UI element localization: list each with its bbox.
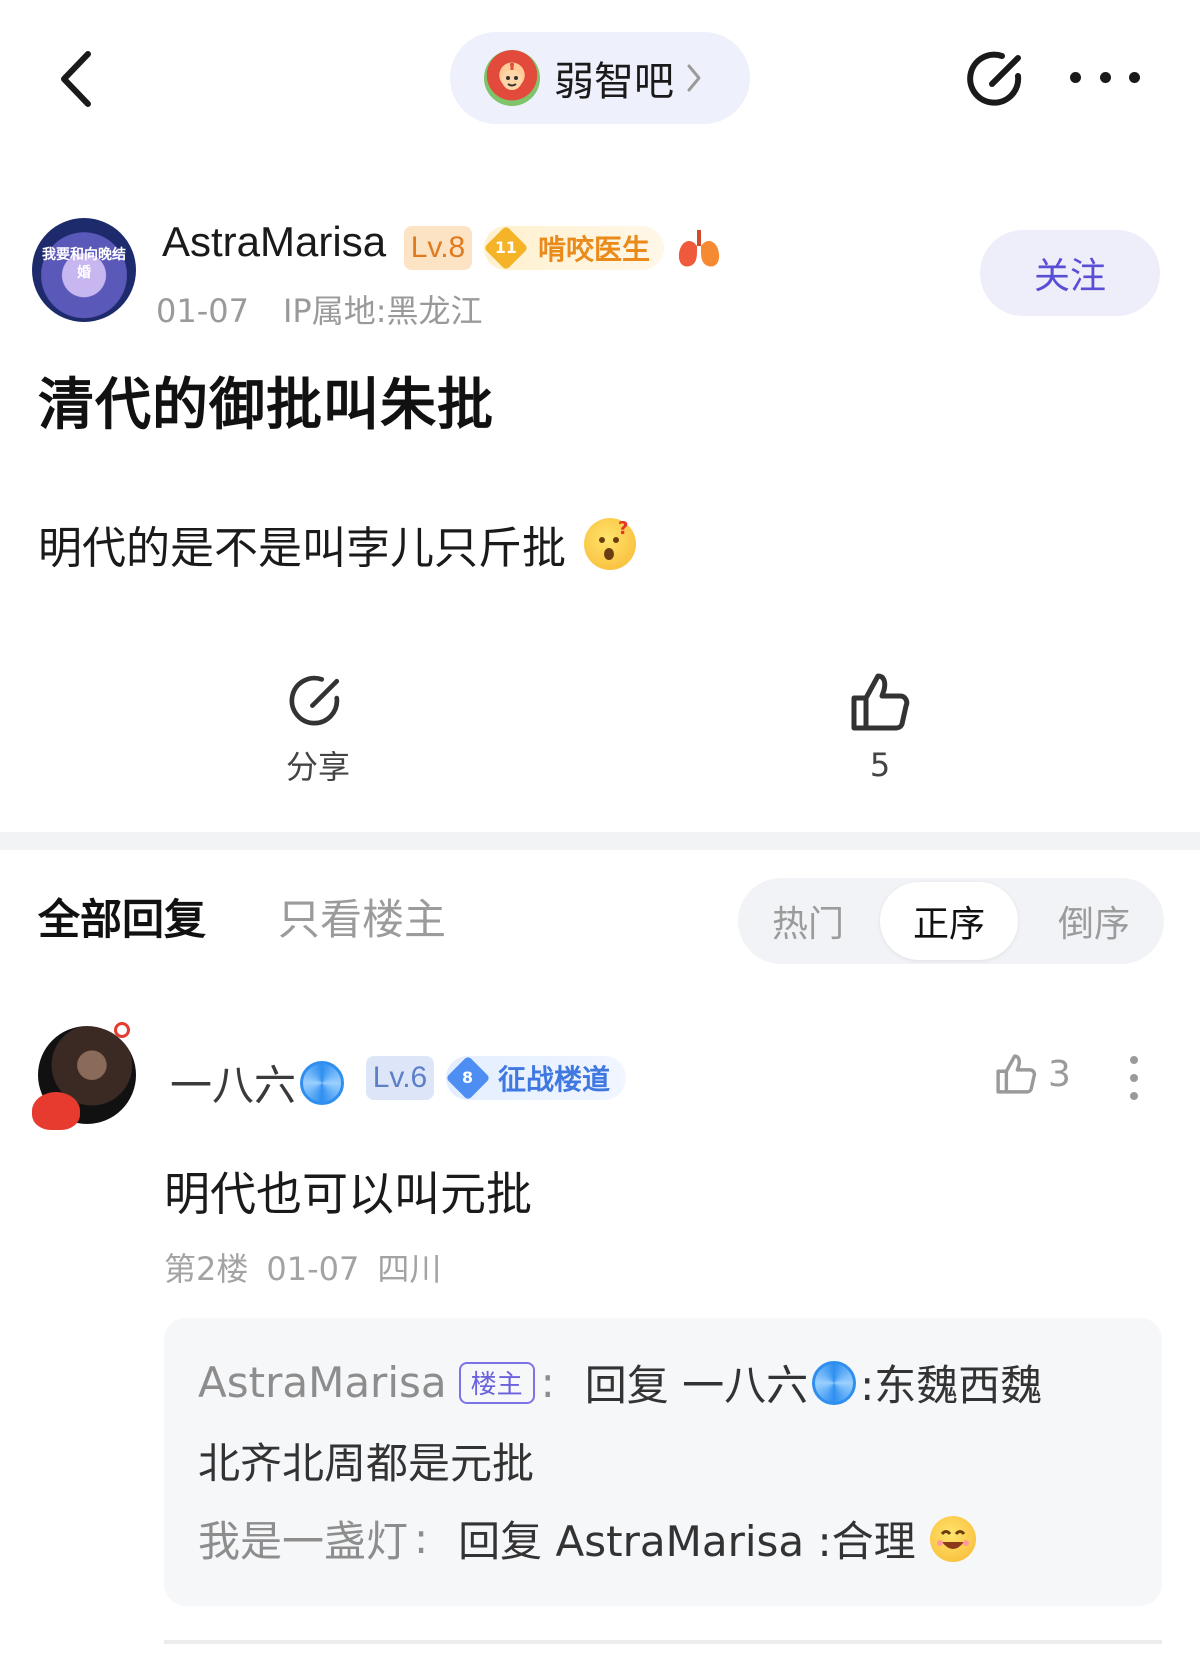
share-action[interactable]: 分享 xyxy=(258,670,378,788)
post-body-text: 明代的是不是叫孛儿只斤批 xyxy=(38,523,566,574)
author-name[interactable]: AstraMarisa xyxy=(162,218,386,266)
sub-reply-author[interactable]: AstraMarisa xyxy=(198,1358,447,1407)
medal-gem-icon: 11 xyxy=(483,225,529,271)
level-badge: Lv.8 xyxy=(404,226,472,270)
comment-avatar[interactable] xyxy=(32,1022,136,1130)
avatar-frame-dot xyxy=(114,1022,130,1038)
thumbs-up-icon xyxy=(851,673,910,731)
comment-more-button[interactable] xyxy=(1128,1056,1140,1100)
top-bar: 弱智吧 xyxy=(0,0,1200,150)
medal-badge[interactable]: 8 征战楼道 xyxy=(445,1055,626,1101)
forum-avatar xyxy=(484,50,540,106)
chevron-left-icon xyxy=(61,51,91,107)
sort-descending[interactable]: 倒序 xyxy=(1024,878,1164,964)
sub-reply-colon: : xyxy=(540,1358,555,1407)
more-dot xyxy=(1129,71,1140,83)
medal-badge[interactable]: 11 啃咬医生 xyxy=(483,225,664,271)
like-count: 5 xyxy=(869,746,891,784)
like-action[interactable]: 5 xyxy=(820,670,940,784)
chevron-right-icon xyxy=(687,64,701,92)
more-button[interactable] xyxy=(1070,64,1140,90)
comment-like-count: 3 xyxy=(1048,1053,1071,1095)
medal-label: 征战楼道 xyxy=(498,1063,611,1096)
sort-hot[interactable]: 热门 xyxy=(738,878,878,964)
follow-button[interactable]: 关注 xyxy=(980,230,1160,316)
share-icon xyxy=(289,675,340,726)
back-button[interactable] xyxy=(50,44,100,114)
medal-number: 8 xyxy=(462,1069,474,1087)
more-dot xyxy=(1130,1092,1138,1100)
section-divider xyxy=(0,832,1200,850)
sub-reply-prefix: 回复 一八六 xyxy=(584,1361,809,1410)
sub-replies-box[interactable]: AstraMarisa 楼主 : 回复 一八六 :东魏西魏 北齐北周都是元批 我… xyxy=(164,1318,1162,1606)
comment-author-name: 一八六 xyxy=(170,1061,297,1110)
sub-reply-content: 回复 AstraMarisa :合理 xyxy=(458,1517,916,1566)
share-icon xyxy=(967,51,1022,106)
comment-like-button[interactable]: 3 xyxy=(994,1052,1071,1096)
sub-reply-author[interactable]: 我是一盏灯 xyxy=(198,1508,408,1569)
bottom-divider xyxy=(164,1640,1162,1644)
swirl-emoji-icon xyxy=(300,1060,345,1105)
medal-number: 11 xyxy=(494,239,518,257)
avatar-frame-badge xyxy=(32,1092,80,1130)
sub-reply-continuation: 北齐北周都是元批 xyxy=(198,1430,534,1491)
share-button[interactable] xyxy=(966,46,1030,110)
forum-name: 弱智吧 xyxy=(554,59,674,105)
medal-label: 啃咬医生 xyxy=(538,233,651,266)
sub-reply-colon: : xyxy=(414,1514,429,1563)
level-badge: Lv.6 xyxy=(366,1056,434,1100)
happy-emoji-icon xyxy=(929,1515,976,1562)
sub-reply-content-line2: 北齐北周都是元批 xyxy=(198,1439,535,1488)
more-dot xyxy=(1070,71,1081,83)
avatar-text: 我要和向晚结婚 xyxy=(42,247,126,281)
medal-gem-icon: 8 xyxy=(445,1055,491,1101)
post-title: 清代的御批叫朱批 xyxy=(38,373,494,438)
more-dot xyxy=(1099,71,1111,83)
sort-ascending[interactable]: 正序 xyxy=(880,882,1018,960)
sort-toggle: 热门 正序 倒序 xyxy=(738,878,1164,964)
author-avatar[interactable]: 我要和向晚结婚 xyxy=(32,218,136,322)
comment-text: 明代也可以叫元批 xyxy=(164,1167,532,1221)
comment-date: 01-07 xyxy=(266,1250,360,1288)
comment-location: 四川 xyxy=(377,1250,442,1288)
thumbs-up-icon xyxy=(996,1054,1037,1094)
svg-text:?: ? xyxy=(618,518,628,539)
more-dot xyxy=(1130,1056,1138,1064)
tab-all-replies[interactable]: 全部回复 xyxy=(38,886,206,947)
post-meta: 01-07 IP属地:黑龙江 xyxy=(156,286,483,332)
lung-icon xyxy=(678,230,720,267)
more-dot xyxy=(1130,1074,1138,1082)
teletubby-icon xyxy=(502,63,522,90)
post-date: 01-07 xyxy=(156,292,249,330)
swirl-emoji-icon xyxy=(812,1360,857,1405)
post-body: 明代的是不是叫孛儿只斤批 ? xyxy=(38,512,636,576)
sub-reply-content: :东魏西魏 xyxy=(860,1361,1043,1410)
thinking-emoji-icon: ? xyxy=(584,518,636,570)
ip-location: IP属地:黑龙江 xyxy=(282,292,483,330)
comment-floor: 第2楼 xyxy=(164,1250,249,1288)
share-label: 分享 xyxy=(285,748,350,786)
comment-author[interactable]: 一八六 xyxy=(170,1052,345,1113)
tab-only-op[interactable]: 只看楼主 xyxy=(278,886,446,947)
forum-link[interactable]: 弱智吧 xyxy=(450,32,750,124)
sub-reply[interactable]: 我是一盏灯 : 回复 AstraMarisa :合理 xyxy=(198,1508,976,1569)
comment-meta: 第2楼 01-07 四川 xyxy=(164,1244,441,1290)
op-tag: 楼主 xyxy=(458,1361,535,1404)
sub-reply[interactable]: AstraMarisa 楼主 : 回复 一八六 :东魏西魏 xyxy=(198,1352,1042,1413)
